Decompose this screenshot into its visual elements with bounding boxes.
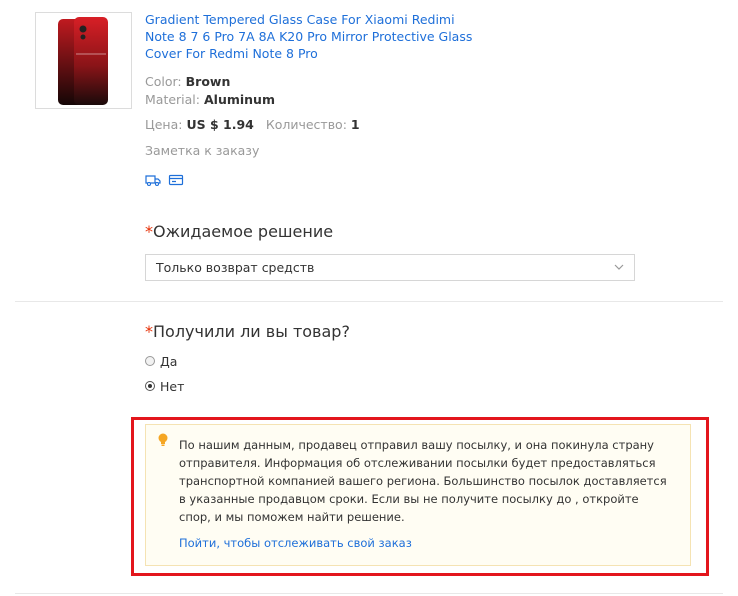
material-label: Material: — [145, 92, 200, 107]
product-title-link[interactable]: Gradient Tempered Glass Case For Xiaomi … — [145, 11, 475, 62]
required-mark: * — [145, 222, 153, 241]
received-title-text: Получили ли вы товар? — [153, 322, 350, 341]
resolution-select[interactable]: Только возврат средств — [145, 254, 635, 281]
price-value: US $ 1.94 — [186, 117, 254, 132]
phone-case-image — [58, 17, 108, 105]
price-label: Цена: — [145, 117, 183, 132]
radio-label-yes: Да — [160, 354, 178, 369]
color-value: Brown — [185, 74, 231, 89]
radio-button-no[interactable] — [145, 381, 155, 391]
quantity-label: Количество: — [265, 117, 347, 132]
product-color: Color: Brown — [145, 73, 230, 90]
product-thumbnail[interactable] — [35, 12, 132, 109]
required-mark: * — [145, 322, 153, 341]
highlight-frame — [131, 417, 709, 576]
chevron-down-icon — [614, 264, 624, 270]
order-note: Заметка к заказу — [145, 143, 260, 158]
section-divider — [15, 301, 723, 302]
resolution-selected-value: Только возврат средств — [156, 260, 315, 275]
received-title: *Получили ли вы товар? — [145, 322, 350, 342]
material-value: Aluminum — [203, 92, 275, 107]
price-quantity-row: Цена: US $ 1.94 Количество: 1 — [145, 116, 360, 133]
shipping-truck-icon[interactable] — [145, 172, 161, 188]
radio-button-yes[interactable] — [145, 356, 155, 366]
order-card-icon[interactable] — [168, 172, 184, 188]
quantity-value: 1 — [350, 117, 360, 132]
radio-label-no: Нет — [160, 379, 185, 394]
resolution-title-text: Ожидаемое решение — [153, 222, 334, 241]
color-label: Color: — [145, 74, 182, 89]
product-material: Material: Aluminum — [145, 91, 275, 108]
bottom-divider — [15, 593, 723, 594]
resolution-title: *Ожидаемое решение — [145, 222, 333, 242]
